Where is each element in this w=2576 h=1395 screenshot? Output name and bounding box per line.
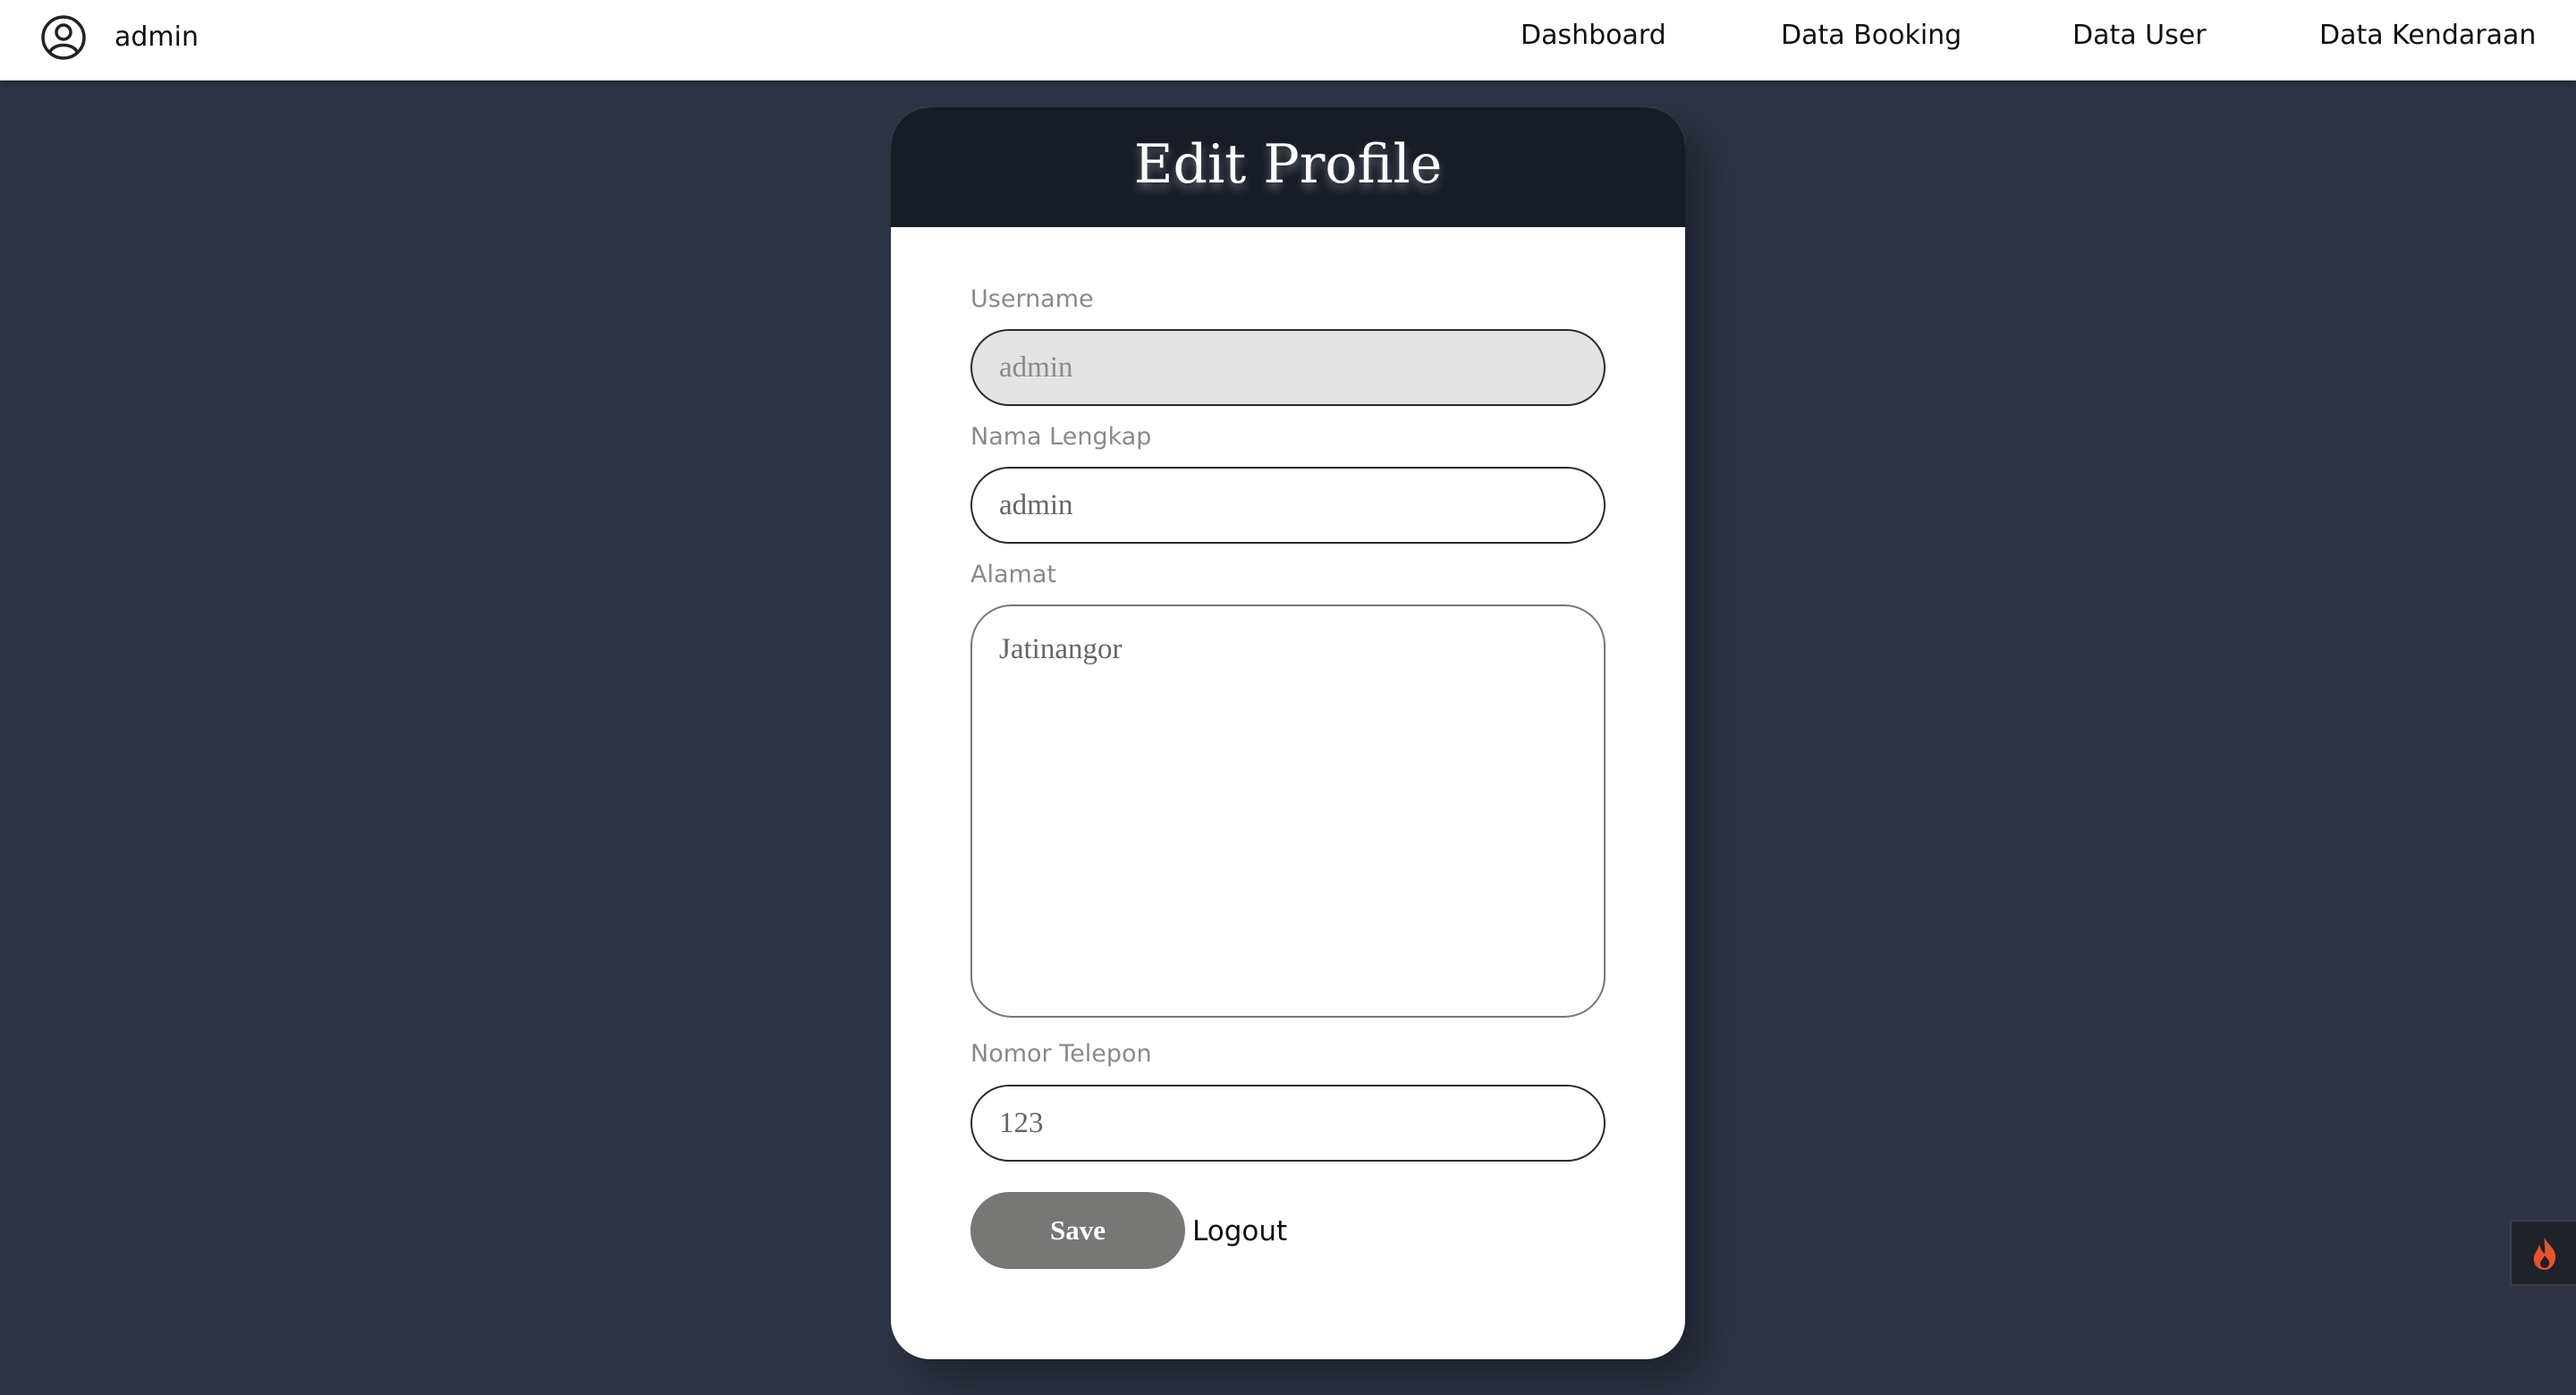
nomor-telepon-field[interactable]	[970, 1085, 1606, 1162]
logout-link[interactable]: Logout	[1192, 1213, 1287, 1249]
page-title: Edit Profile	[1133, 133, 1443, 196]
save-button[interactable]: Save	[970, 1192, 1185, 1269]
nav-link-data-user[interactable]: Data User	[2072, 18, 2207, 54]
debug-toolbar-button[interactable]	[2510, 1220, 2576, 1286]
user-circle-icon[interactable]	[39, 13, 88, 62]
nama-lengkap-label: Nama Lengkap	[970, 423, 1152, 451]
nav-link-dashboard[interactable]: Dashboard	[1521, 18, 1666, 54]
alamat-label: Alamat	[970, 561, 1056, 588]
navbar-username[interactable]: admin	[114, 20, 199, 55]
nomor-telepon-label: Nomor Telepon	[970, 1040, 1152, 1068]
username-field[interactable]	[970, 329, 1606, 406]
nav-link-data-booking[interactable]: Data Booking	[1781, 18, 1962, 54]
alamat-textarea[interactable]: Jatinangor	[970, 604, 1606, 1018]
nav-link-data-kendaraan[interactable]: Data Kendaraan	[2319, 18, 2536, 54]
nama-lengkap-field[interactable]	[970, 467, 1606, 544]
card-header: Edit Profile	[891, 107, 1685, 227]
username-label: Username	[970, 285, 1094, 313]
top-navbar: admin Dashboard Data Booking Data User D…	[0, 0, 2576, 80]
flame-icon	[2533, 1238, 2556, 1270]
edit-profile-card: Edit Profile Username Nama Lengkap Alama…	[891, 107, 1685, 1359]
